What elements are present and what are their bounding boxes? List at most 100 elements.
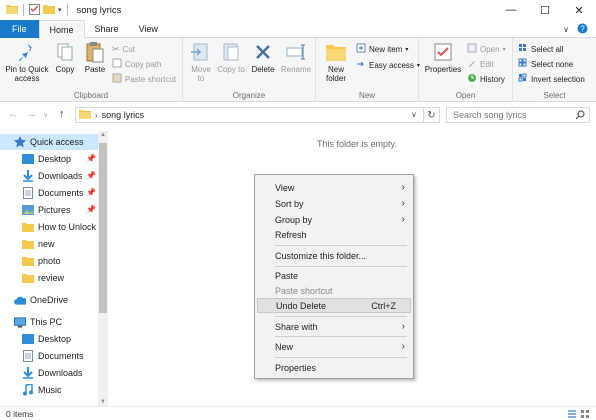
- paste-shortcut-button[interactable]: Paste shortcut: [112, 72, 176, 86]
- nav-pc-documents[interactable]: Documents: [0, 348, 98, 364]
- history-button[interactable]: History: [467, 72, 505, 86]
- refresh-icon[interactable]: ↻: [423, 108, 439, 122]
- dropdown-arrow-icon: ▾: [405, 46, 409, 53]
- copy-path-button[interactable]: Copy path: [112, 57, 161, 71]
- menu-item-paste[interactable]: Paste: [257, 268, 411, 283]
- properties-check-icon[interactable]: [29, 3, 40, 17]
- folder-icon: [79, 109, 91, 121]
- select-label: Select: [543, 91, 566, 100]
- tab-home[interactable]: Home: [38, 20, 85, 39]
- ribbon-tabs: File Home Share View ∨ ?: [0, 20, 596, 39]
- organize-label: Organize: [232, 91, 266, 100]
- edit-button[interactable]: Edit: [467, 57, 494, 71]
- menu-item-paste-shortcut[interactable]: Paste shortcut: [257, 283, 411, 298]
- menu-item-sort-by[interactable]: Sort by ›: [257, 196, 411, 211]
- select-group: Select all Select none Invert selection …: [513, 38, 596, 102]
- documents-icon: [22, 187, 34, 199]
- new-group: New folder New item ▾ Easy access ▾ New: [316, 38, 420, 102]
- menu-item-customize[interactable]: Customize this folder...: [257, 248, 411, 263]
- pin-icon: 📌: [86, 188, 96, 197]
- tab-view[interactable]: View: [129, 20, 168, 38]
- qat-dropdown-icon[interactable]: ▾: [58, 6, 62, 14]
- menu-separator: [275, 357, 407, 358]
- new-folder-icon: [325, 41, 347, 63]
- delete-button[interactable]: Delete: [249, 41, 277, 74]
- invert-selection-icon: [518, 73, 528, 85]
- pin-icon: [16, 41, 38, 63]
- address-history-icon[interactable]: ∨: [411, 110, 417, 119]
- select-all-button[interactable]: Select all: [518, 42, 563, 56]
- new-folder-qat-icon[interactable]: [43, 4, 55, 16]
- menu-item-share-with[interactable]: Share with ›: [257, 319, 411, 334]
- properties-button[interactable]: Properties: [423, 41, 463, 74]
- details-view-icon[interactable]: [567, 409, 577, 420]
- forward-arrow-icon[interactable]: →: [26, 108, 37, 120]
- rename-button[interactable]: Rename: [280, 41, 312, 74]
- menu-item-properties[interactable]: Properties: [257, 360, 411, 375]
- nav-pc-desktop[interactable]: Desktop: [0, 331, 98, 347]
- nav-item-folder[interactable]: new: [0, 236, 98, 252]
- breadcrumb-separator-icon[interactable]: ›: [95, 111, 98, 120]
- open-icon: [467, 43, 477, 55]
- nav-pane-scrollbar[interactable]: ▲ ▼: [98, 131, 108, 406]
- breadcrumb-current[interactable]: song lyrics: [102, 110, 145, 120]
- move-to-button[interactable]: Move to: [187, 41, 215, 83]
- nav-item-downloads[interactable]: Downloads 📌: [0, 168, 98, 184]
- nav-item-folder[interactable]: How to Unlock W: [0, 219, 107, 235]
- recent-locations-icon[interactable]: ∨: [43, 111, 48, 119]
- menu-item-undo-delete[interactable]: Undo Delete Ctrl+Z: [257, 298, 411, 313]
- easy-access-button[interactable]: Easy access ▾: [356, 58, 420, 72]
- scissors-icon: ✂: [112, 43, 120, 54]
- nav-pc-music[interactable]: Music: [0, 382, 98, 398]
- scroll-down-icon[interactable]: ▼: [100, 399, 106, 405]
- navigation-bar: ← → ∨ ↑ › song lyrics ∨ ↻: [0, 103, 596, 127]
- menu-item-new[interactable]: New ›: [257, 339, 411, 354]
- maximize-button[interactable]: ☐: [528, 0, 562, 20]
- up-arrow-icon[interactable]: ↑: [59, 108, 65, 120]
- copy-to-button[interactable]: Copy to: [217, 41, 245, 74]
- close-button[interactable]: ✕: [562, 0, 596, 20]
- nav-item-desktop[interactable]: Desktop 📌: [0, 151, 98, 167]
- tab-file[interactable]: File: [0, 20, 39, 38]
- menu-item-group-by[interactable]: Group by ›: [257, 212, 411, 227]
- context-menu: View › Sort by › Group by › Refresh Cust…: [254, 174, 414, 379]
- menu-item-refresh[interactable]: Refresh: [257, 227, 411, 242]
- tab-share[interactable]: Share: [85, 20, 129, 38]
- back-arrow-icon[interactable]: ←: [8, 108, 19, 120]
- menu-item-view[interactable]: View ›: [257, 180, 411, 195]
- nav-item-folder[interactable]: review: [0, 270, 98, 286]
- minimize-button[interactable]: —: [494, 0, 528, 20]
- select-all-icon: [518, 43, 528, 55]
- organize-group: Move to Copy to Delete Rename Organize: [183, 38, 316, 102]
- search-box[interactable]: [446, 107, 590, 123]
- open-button[interactable]: Open ▾: [467, 42, 506, 56]
- nav-item-folder[interactable]: photo: [0, 253, 98, 269]
- nav-onedrive[interactable]: OneDrive: [0, 292, 98, 308]
- new-item-button[interactable]: New item ▾: [356, 42, 408, 56]
- new-folder-button[interactable]: New folder: [320, 41, 352, 83]
- nav-this-pc[interactable]: This PC: [0, 314, 98, 330]
- scroll-up-icon[interactable]: ▲: [100, 132, 106, 138]
- history-icon: [467, 73, 477, 85]
- pin-icon: 📌: [86, 171, 96, 180]
- select-none-icon: [518, 58, 528, 70]
- collapse-ribbon-icon[interactable]: ∨: [563, 25, 569, 34]
- nav-item-pictures[interactable]: Pictures 📌: [0, 202, 98, 218]
- nav-pc-downloads[interactable]: Downloads: [0, 365, 98, 381]
- menu-separator: [275, 316, 407, 317]
- nav-quick-access[interactable]: Quick access: [0, 134, 98, 150]
- scrollbar-thumb[interactable]: [99, 143, 107, 313]
- pin-to-quick-access-button[interactable]: Pin to Quick access: [4, 41, 50, 83]
- submenu-arrow-icon: ›: [401, 214, 405, 225]
- select-none-button[interactable]: Select none: [518, 57, 573, 71]
- help-icon[interactable]: ?: [577, 23, 588, 36]
- paste-button[interactable]: Paste: [81, 41, 109, 74]
- copy-button[interactable]: Copy: [52, 41, 78, 74]
- search-input[interactable]: [453, 110, 573, 120]
- nav-item-documents[interactable]: Documents 📌: [0, 185, 98, 201]
- large-icons-view-icon[interactable]: [580, 409, 590, 420]
- invert-selection-button[interactable]: Invert selection: [518, 72, 585, 86]
- address-bar[interactable]: › song lyrics ∨ ↻: [75, 107, 440, 123]
- download-arrow-icon: [22, 170, 34, 182]
- cut-button[interactable]: ✂ Cut: [112, 42, 135, 56]
